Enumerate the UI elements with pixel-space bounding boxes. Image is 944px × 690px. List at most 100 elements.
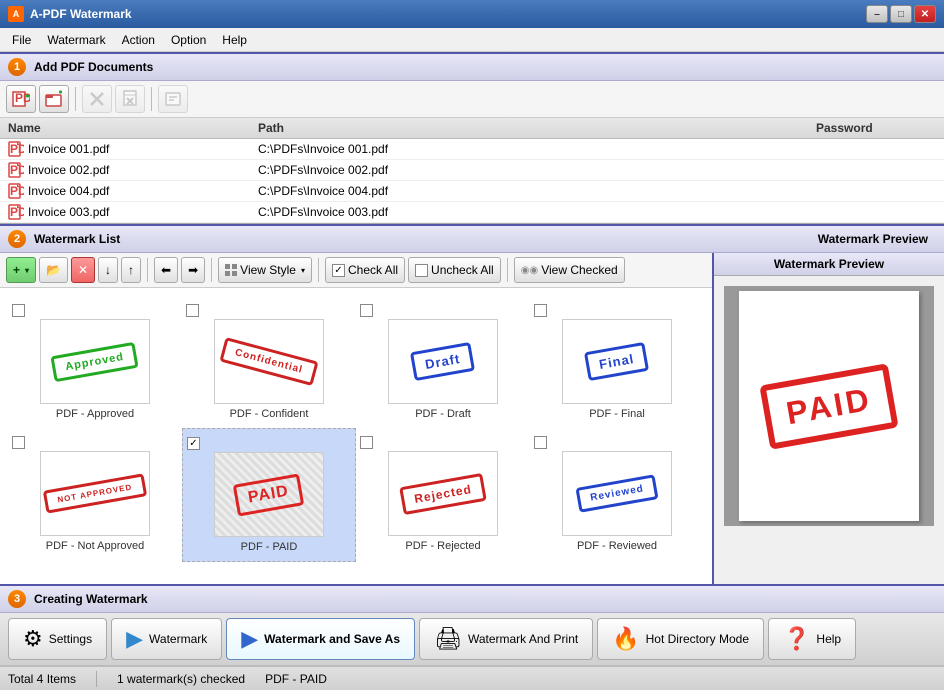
settings-icon — [164, 90, 182, 108]
move-down-button[interactable]: ↓ — [98, 257, 118, 283]
add-watermark-button[interactable]: + ▾ — [6, 257, 36, 283]
menu-watermark[interactable]: Watermark — [39, 30, 113, 50]
delete-watermark-button[interactable]: ✕ — [71, 257, 95, 283]
add-pdf-button[interactable]: PDF — [6, 85, 36, 113]
wm-check-draft[interactable] — [360, 304, 373, 317]
clear-icon — [121, 90, 139, 108]
pdf-file-icon: PDF — [8, 141, 24, 157]
wm-label-paid: PDF - PAID — [241, 541, 298, 553]
print-icon: 🖨 — [434, 626, 462, 652]
stamp-not-approved: NOT APPROVED — [43, 473, 147, 513]
toolbar-sep2 — [151, 87, 152, 111]
action-toolbar: ⚙ Settings ▶ Watermark ▶ Watermark and S… — [0, 613, 944, 666]
delete-icon: ✕ — [78, 263, 88, 277]
menu-help[interactable]: Help — [214, 30, 255, 50]
table-row[interactable]: PDF Invoice 002.pdf C:\PDFs\Invoice 002.… — [0, 160, 944, 181]
file-path-2: C:\PDFs\Invoice 004.pdf — [258, 184, 816, 198]
pdf-list-section: Name Path Password PDF Invoice 001.pdf C… — [0, 118, 944, 224]
check-all-button[interactable]: ✓ Check All — [325, 257, 405, 283]
help-button[interactable]: ❓ Help — [768, 618, 856, 660]
wm-check-confidential[interactable] — [186, 304, 199, 317]
wm-check-paid[interactable]: ✓ — [187, 437, 200, 450]
stamp-final: Final — [584, 342, 649, 381]
arrow-up-icon: ↑ — [128, 263, 134, 277]
table-row[interactable]: PDF Invoice 004.pdf C:\PDFs\Invoice 004.… — [0, 181, 944, 202]
wm-item-rejected[interactable]: Rejected PDF - Rejected — [356, 428, 530, 562]
svg-text:PDF: PDF — [10, 205, 24, 219]
watermark-grid-container: Approved PDF - Approved Confidential — [0, 288, 712, 584]
clear-button[interactable] — [115, 85, 145, 113]
stamp-approved: Approved — [51, 341, 140, 381]
wm-item-draft[interactable]: Draft PDF - Draft — [356, 296, 530, 428]
menu-option[interactable]: Option — [163, 30, 214, 50]
wm-check-reviewed[interactable] — [534, 436, 547, 449]
import-button[interactable]: ⬅ — [154, 257, 178, 283]
watermark-preview-panel: Watermark Preview PAID — [714, 253, 944, 584]
wm-sep2 — [211, 258, 212, 282]
col-password: Password — [816, 121, 936, 135]
menu-action[interactable]: Action — [114, 30, 163, 50]
remove-icon — [88, 90, 106, 108]
export-button[interactable]: ➡ — [181, 257, 205, 283]
wm-item-reviewed[interactable]: Reviewed PDF - Reviewed — [530, 428, 704, 562]
file-name-1: PDF Invoice 002.pdf — [8, 162, 258, 178]
section2-num: 2 — [8, 230, 26, 248]
watermark-section: + ▾ 📂 ✕ ↓ ↑ — [0, 253, 944, 584]
preview-title: Watermark Preview — [714, 253, 944, 276]
wm-check-approved[interactable] — [12, 304, 25, 317]
check-all-checkbox[interactable]: ✓ — [332, 264, 345, 277]
move-up-button[interactable]: ↑ — [121, 257, 141, 283]
help-label: Help — [816, 632, 841, 646]
uncheck-all-button[interactable]: Uncheck All — [408, 257, 501, 283]
file-name-3: PDF Invoice 003.pdf — [8, 204, 258, 220]
view-style-arrow: ▾ — [301, 266, 305, 275]
stamp-draft: Draft — [410, 342, 475, 381]
minimize-button[interactable]: – — [866, 5, 888, 23]
pdf-file-icon: PDF — [8, 162, 24, 178]
wm-item-not-approved[interactable]: NOT APPROVED PDF - Not Approved — [8, 428, 182, 562]
watermark-button[interactable]: ▶ Watermark — [111, 618, 222, 660]
watermark-save-as-button[interactable]: ▶ Watermark and Save As — [226, 618, 415, 660]
table-row[interactable]: PDF Invoice 001.pdf C:\PDFs\Invoice 001.… — [0, 139, 944, 160]
add-folder-button[interactable] — [39, 85, 69, 113]
wm-item-final[interactable]: Final PDF - Final — [530, 296, 704, 428]
section2-title: Watermark List — [34, 232, 818, 246]
view-checked-button[interactable]: ◉◉ View Checked — [514, 257, 625, 283]
settings-button[interactable]: ⚙ Settings — [8, 618, 107, 660]
status-selected: PDF - PAID — [265, 672, 327, 686]
wm-check-final[interactable] — [534, 304, 547, 317]
wm-check-rejected[interactable] — [360, 436, 373, 449]
wm-item-paid[interactable]: ✓ PAID PDF - PAID — [182, 428, 356, 562]
wm-thumb-paid: PAID — [214, 452, 324, 537]
menu-file[interactable]: File — [4, 30, 39, 50]
section3-title: Creating Watermark — [34, 592, 148, 606]
wm-label-approved: PDF - Approved — [56, 408, 134, 420]
add-pdf-icon: PDF — [12, 90, 30, 108]
svg-text:PDF: PDF — [15, 91, 30, 105]
watermark-print-button[interactable]: 🖨 Watermark And Print — [419, 618, 593, 660]
watermark-grid: Approved PDF - Approved Confidential — [0, 288, 712, 570]
maximize-button[interactable]: □ — [890, 5, 912, 23]
watermark-left: + ▾ 📂 ✕ ↓ ↑ — [0, 253, 714, 584]
remove-button[interactable] — [82, 85, 112, 113]
settings-pdf-button[interactable] — [158, 85, 188, 113]
view-checked-label: View Checked — [541, 263, 618, 277]
view-style-button[interactable]: View Style ▾ — [218, 257, 312, 283]
file-path-3: C:\PDFs\Invoice 003.pdf — [258, 205, 816, 219]
watermark-play-icon: ▶ — [126, 626, 143, 652]
svg-text:PDF: PDF — [10, 184, 24, 198]
wm-toolbar: + ▾ 📂 ✕ ↓ ↑ — [0, 253, 712, 288]
section2-wrapper: 2 Watermark List Watermark Preview + ▾ 📂 — [0, 224, 944, 584]
import-icon: ⬅ — [161, 263, 171, 277]
uncheck-all-checkbox[interactable] — [415, 264, 428, 277]
preview-page: PAID — [739, 291, 919, 521]
hot-directory-button[interactable]: 🔥 Hot Directory Mode — [597, 618, 764, 660]
wm-check-not-approved[interactable] — [12, 436, 25, 449]
table-row[interactable]: PDF Invoice 003.pdf C:\PDFs\Invoice 003.… — [0, 202, 944, 223]
menubar: File Watermark Action Option Help — [0, 28, 944, 52]
wm-item-confidential[interactable]: Confidential PDF - Confident — [182, 296, 356, 428]
wm-item-approved[interactable]: Approved PDF - Approved — [8, 296, 182, 428]
open-watermark-button[interactable]: 📂 — [39, 257, 68, 283]
wm-label-not-approved: PDF - Not Approved — [46, 540, 144, 552]
close-button[interactable]: ✕ — [914, 5, 936, 23]
